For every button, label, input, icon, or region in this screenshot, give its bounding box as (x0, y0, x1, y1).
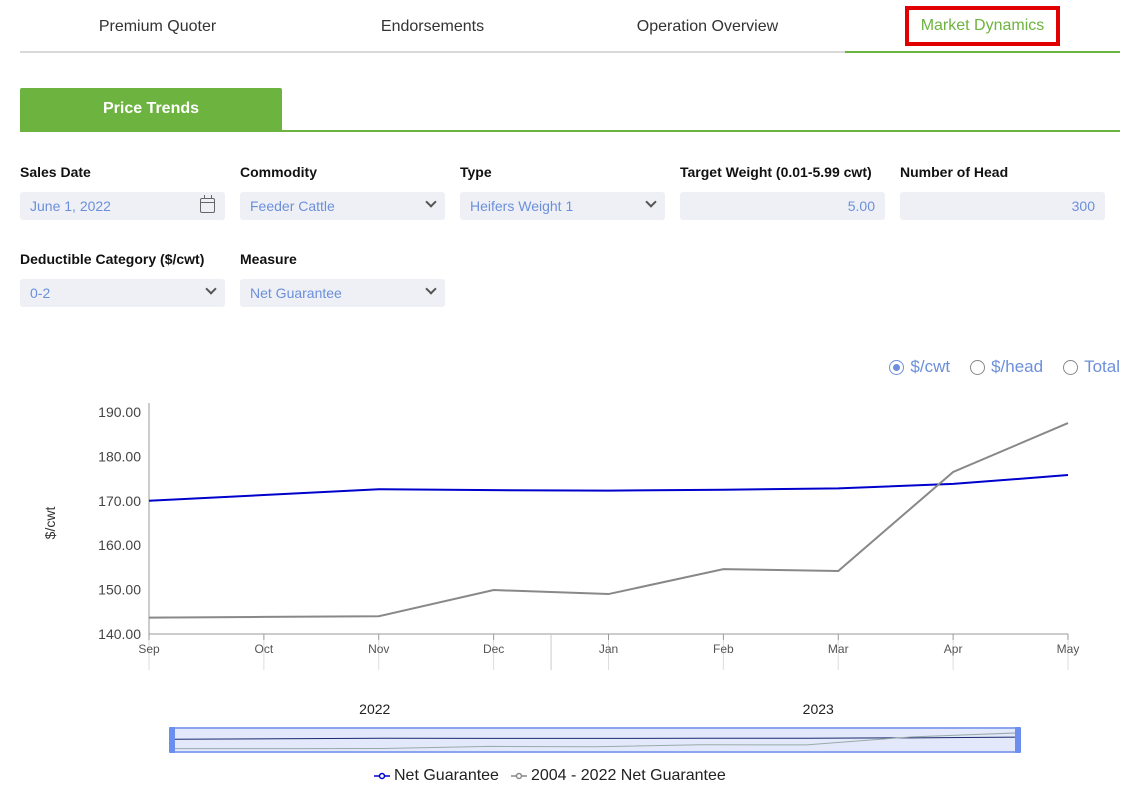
y-axis-label: $/cwt (42, 507, 58, 540)
measure-value: Net Guarantee (250, 285, 342, 301)
range-handle-right[interactable] (1015, 727, 1021, 753)
sales-date-label: Sales Date (20, 164, 91, 180)
type-field: Type Heifers Weight 1 (460, 162, 665, 220)
radio-per-head-label: $/head (991, 357, 1044, 376)
measure-select[interactable]: Net Guarantee (240, 279, 445, 307)
chevron-down-icon (425, 283, 437, 295)
x-tick-label: May (1057, 642, 1080, 656)
radio-total[interactable]: Total (1063, 357, 1120, 377)
year-label: 2022 (359, 701, 390, 717)
deductible-select[interactable]: 0-2 (20, 279, 225, 307)
chevron-down-icon (205, 283, 217, 295)
series-line-net-guarantee (148, 474, 1069, 502)
sub-tabs: Price Trends (20, 88, 1120, 132)
tab-operation-overview[interactable]: Operation Overview (570, 0, 845, 53)
main-tabs: Premium Quoter Endorsements Operation Ov… (20, 0, 1120, 53)
tab-market-dynamics-label: Market Dynamics (904, 5, 1061, 46)
x-tick-label: Dec (483, 642, 504, 656)
tab-market-dynamics[interactable]: Market Dynamics (845, 0, 1120, 53)
sales-date-input[interactable]: June 1, 2022 (20, 192, 225, 220)
legend-label: Net Guarantee (394, 767, 499, 784)
x-tick-label: Feb (713, 642, 734, 656)
x-tick-label: Nov (368, 642, 389, 656)
number-of-head-value: 300 (1071, 198, 1095, 214)
legend-marker-icon (374, 772, 390, 780)
tab-endorsements[interactable]: Endorsements (295, 0, 570, 53)
y-tick-label: 140.00 (98, 626, 141, 642)
x-tick-label: Oct (255, 642, 274, 656)
x-tick-label: Jan (599, 642, 618, 656)
price-trend-chart: 190.00 180.00 170.00 160.00 150.00 140.00 $/cw… (42, 403, 1080, 753)
radio-per-cwt[interactable]: $/cwt (889, 357, 950, 377)
range-handle-left[interactable] (169, 727, 175, 753)
chevron-down-icon (425, 196, 437, 208)
legend-item-historical[interactable]: 2004 - 2022 Net Guarantee (510, 767, 726, 785)
radio-button-selected[interactable] (889, 359, 905, 375)
commodity-label: Commodity (240, 164, 317, 180)
type-select[interactable]: Heifers Weight 1 (460, 192, 665, 220)
radio-button[interactable] (1063, 359, 1079, 375)
target-weight-value: 5.00 (847, 198, 875, 214)
sales-date-field: Sales Date June 1, 2022 (20, 162, 225, 220)
number-of-head-label: Number of Head (900, 164, 1009, 180)
measure-field: Measure Net Guarantee (240, 249, 445, 307)
y-tick-label: 160.00 (98, 537, 141, 553)
radio-per-head[interactable]: $/head (970, 357, 1043, 377)
commodity-select[interactable]: Feeder Cattle (240, 192, 445, 220)
measure-label: Measure (240, 251, 297, 267)
chart-legend: Net Guarantee 2004 - 2022 Net Guarantee (374, 767, 726, 785)
number-of-head-input[interactable]: 300 (900, 192, 1105, 220)
series-line-historical (148, 422, 1069, 619)
legend-item-net-guarantee[interactable]: Net Guarantee (374, 767, 499, 785)
type-label: Type (460, 164, 492, 180)
sales-date-value: June 1, 2022 (30, 198, 111, 214)
unit-radio-group: $/cwt $/head Total (889, 357, 1120, 377)
calendar-icon[interactable] (200, 195, 215, 213)
radio-button[interactable] (970, 359, 986, 375)
x-tick-label: Sep (138, 642, 160, 656)
y-tick-label: 180.00 (98, 448, 141, 464)
target-weight-field: Target Weight (0.01-5.99 cwt) 5.00 (680, 162, 885, 220)
target-weight-label: Target Weight (0.01-5.99 cwt) (680, 164, 872, 180)
number-of-head-field: Number of Head 300 (900, 162, 1105, 220)
radio-per-cwt-label: $/cwt (910, 357, 951, 376)
legend-marker-icon (510, 772, 527, 780)
deductible-label: Deductible Category ($/cwt) (20, 251, 205, 267)
commodity-field: Commodity Feeder Cattle (240, 162, 445, 220)
legend-label: 2004 - 2022 Net Guarantee (530, 767, 726, 784)
commodity-value: Feeder Cattle (250, 198, 335, 214)
type-value: Heifers Weight 1 (470, 198, 574, 214)
y-tick-label: 170.00 (98, 493, 141, 509)
x-tick-label: Apr (944, 642, 963, 656)
radio-total-label: Total (1084, 357, 1120, 376)
x-tick-label: Mar (828, 642, 849, 656)
year-label: 2023 (803, 701, 834, 717)
deductible-value: 0-2 (30, 285, 51, 301)
chevron-down-icon (645, 196, 657, 208)
deductible-field: Deductible Category ($/cwt) 0-2 (20, 249, 225, 307)
y-tick-label: 190.00 (98, 404, 141, 420)
y-tick-label: 150.00 (98, 582, 141, 598)
target-weight-input[interactable]: 5.00 (680, 192, 885, 220)
tab-price-trends[interactable]: Price Trends (20, 88, 282, 130)
tab-premium-quoter[interactable]: Premium Quoter (20, 0, 295, 53)
